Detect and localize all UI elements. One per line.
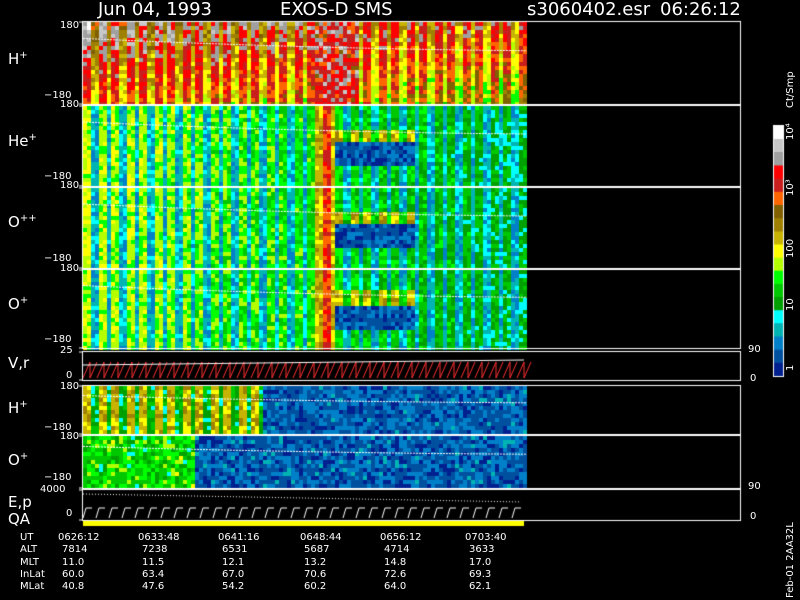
- panel-label-o-plus: O+: [8, 295, 29, 313]
- alt-value: 7814: [62, 544, 88, 556]
- inlat-value: 69.3: [469, 568, 492, 580]
- mlat-value: 64.0: [384, 581, 407, 593]
- right-tick-0-vr: 0: [750, 373, 757, 384]
- mlt-value: 11.0: [62, 556, 85, 568]
- ut-value: 0641:16: [218, 532, 260, 543]
- row-label-alt: ALT: [20, 544, 38, 556]
- alt-value: 6531: [222, 544, 248, 556]
- y-tick-max-6: 180: [60, 381, 80, 392]
- y-tick-min-5: 0: [66, 370, 73, 381]
- row-label-inlat: InLat: [20, 568, 45, 580]
- mlat-value: 60.2: [304, 581, 327, 593]
- ut-value: 0703:40: [465, 532, 507, 543]
- colorbar-tick-100: 100: [785, 238, 796, 258]
- colorbar-tick-10000: 10⁴: [785, 123, 796, 140]
- alt-value: 7238: [142, 544, 168, 556]
- y-tick-max-5: 25: [60, 345, 73, 356]
- y-tick-max-4: 180: [60, 263, 80, 274]
- time-axis-row-labels: UT ALT MLT InLat MLat: [20, 532, 45, 593]
- panel-label-h-plus: H+: [8, 50, 28, 68]
- footer-code: Feb-01 2AA32L: [785, 522, 796, 598]
- mlat-value: 62.1: [469, 581, 492, 593]
- file-name: s3060402.esr: [527, 0, 651, 20]
- y-tick-min-8: 0: [66, 508, 73, 519]
- time-axis-column-2: 0633:48 7238 11.5 63.4 47.6: [138, 532, 180, 593]
- y-tick-min-4: −180: [44, 334, 72, 345]
- ut-value: 0656:12: [380, 532, 422, 543]
- y-tick-max-8: 4000: [40, 484, 66, 495]
- alt-value: 3633: [469, 544, 495, 556]
- panel-label-vr: V,r: [8, 354, 30, 372]
- panel-label-h-plus-2: H+: [8, 399, 28, 417]
- mlt-value: 11.5: [142, 556, 165, 568]
- mlat-value: 47.6: [142, 581, 165, 593]
- row-label-mlat: MLat: [20, 581, 45, 593]
- alt-value: 5687: [304, 544, 330, 556]
- time-axis-column-3: 0641:16 6531 12.1 67.0 54.2: [218, 532, 260, 593]
- inlat-value: 63.4: [142, 568, 165, 580]
- colorbar-tick-10: 10: [785, 298, 796, 311]
- panel-label-o-plus-2: O+: [8, 451, 29, 469]
- row-label-ut: UT: [20, 532, 34, 543]
- row-label-mlt: MLT: [20, 556, 39, 568]
- mlt-value: 14.8: [384, 556, 407, 568]
- panel-label-ep: E,p: [8, 493, 32, 511]
- y-tick-max-2: 180: [60, 99, 80, 110]
- inlat-value: 72.6: [384, 568, 407, 580]
- panel-label-he-plus: He+: [8, 132, 37, 150]
- inlat-value: 70.6: [304, 568, 327, 580]
- time-axis-column-5: 0656:12 4714 14.8 72.6 64.0: [380, 532, 422, 593]
- ut-value: 0626:12: [58, 532, 100, 543]
- alt-value: 4714: [384, 544, 410, 556]
- time-axis-column-4: 0648:44 5687 13.2 70.6 60.2: [300, 532, 342, 593]
- header-time: 06:26:12: [660, 0, 741, 20]
- y-tick-min-7: −180: [44, 472, 72, 483]
- inlat-value: 60.0: [62, 568, 85, 580]
- y-tick-max-7: 180: [60, 431, 80, 442]
- right-tick-0-ep: 0: [750, 511, 757, 522]
- colorbar-tick-1: 1: [785, 364, 796, 371]
- inlat-value: 67.0: [222, 568, 245, 580]
- time-axis-column-6: 0703:40 3633 17.0 69.3 62.1: [465, 532, 507, 593]
- spectrogram-plot: [0, 0, 800, 600]
- panel-label-o-plusplus: O++: [8, 213, 37, 231]
- y-tick-max-3: 180: [60, 180, 80, 191]
- time-axis-column-1: 0626:12 7814 11.0 60.0 40.8: [58, 532, 100, 593]
- y-tick-max-1: 180: [60, 20, 80, 31]
- mlt-value: 12.1: [222, 556, 245, 568]
- right-tick-90-vr: 90: [748, 344, 761, 355]
- mlat-value: 40.8: [62, 581, 85, 593]
- instrument-title: EXOS-D SMS: [280, 0, 393, 20]
- mlat-value: 54.2: [222, 581, 245, 593]
- ut-value: 0633:48: [138, 532, 180, 543]
- panel-label-qa: QA: [8, 510, 31, 528]
- mlt-value: 17.0: [469, 556, 492, 568]
- plot-date: Jun 04, 1993: [98, 0, 213, 20]
- colorbar-tick-1000: 10³: [785, 179, 796, 196]
- mlt-value: 13.2: [304, 556, 327, 568]
- colorbar-unit: Ct/Smp: [785, 71, 796, 108]
- right-tick-90-ep: 90: [748, 481, 761, 492]
- ut-value: 0648:44: [300, 532, 342, 543]
